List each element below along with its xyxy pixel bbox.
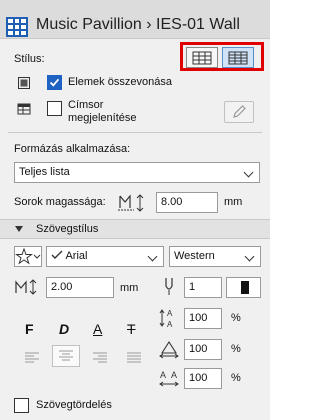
align-left-icon[interactable] xyxy=(24,351,40,363)
favorites-button[interactable] xyxy=(14,246,42,267)
text-style-section-title: Szövegstílus xyxy=(36,223,99,235)
line-spacing-unit: % xyxy=(231,312,241,324)
line-spacing-icon: A A xyxy=(159,309,173,329)
char-spacing-unit: % xyxy=(231,372,241,384)
char-width-input[interactable]: 100 xyxy=(184,339,222,360)
font-size-input[interactable]: 2.00 xyxy=(46,277,114,298)
underline-button[interactable]: A xyxy=(93,321,102,337)
checkmark-icon xyxy=(49,78,60,87)
show-header-checkbox[interactable] xyxy=(47,101,62,116)
format-apply-dropdown[interactable]: Teljes lista xyxy=(14,162,260,183)
table-grid-icon xyxy=(228,51,248,64)
row-height-icon xyxy=(118,194,144,212)
svg-text:A: A xyxy=(167,309,173,318)
align-justify-icon[interactable] xyxy=(126,351,142,363)
row-height-input[interactable]: 8.00 xyxy=(156,192,218,213)
divider xyxy=(8,132,262,133)
svg-text:A: A xyxy=(167,320,173,329)
text-wrap-label: Szövegtördelés xyxy=(36,399,112,411)
char-width-icon xyxy=(159,340,179,359)
triangle-down-icon xyxy=(15,226,23,232)
char-spacing-input[interactable]: 100 xyxy=(184,368,222,389)
align-right-icon[interactable] xyxy=(92,351,108,363)
script-value: Western xyxy=(174,250,215,262)
italic-button[interactable]: D xyxy=(59,321,69,337)
char-spacing-icon: A A xyxy=(159,370,179,387)
font-value: Arial xyxy=(65,250,88,262)
bold-button[interactable]: F xyxy=(25,321,34,337)
style-option-merged-button[interactable] xyxy=(186,47,218,68)
text-wrap-checkbox[interactable] xyxy=(14,398,29,413)
svg-text:A: A xyxy=(171,370,177,380)
char-width-unit: % xyxy=(231,343,241,355)
merge-elements-checkbox[interactable] xyxy=(47,75,62,90)
star-icon xyxy=(14,247,41,265)
pen-color-swatch[interactable] xyxy=(226,277,261,298)
format-apply-label: Formázás alkalmazása: xyxy=(14,143,131,155)
font-size-icon xyxy=(15,279,37,295)
header-row-icon xyxy=(17,103,31,115)
pen-number-input[interactable]: 1 xyxy=(184,277,222,298)
merge-elements-label: Elemek összevonása xyxy=(68,76,172,88)
script-dropdown[interactable]: Western xyxy=(169,246,261,267)
checkmark-icon xyxy=(51,250,63,259)
font-size-unit: mm xyxy=(120,282,139,294)
svg-text:A: A xyxy=(160,370,166,380)
line-spacing-input[interactable]: 100 xyxy=(184,308,222,329)
pen-color-fill xyxy=(241,281,249,294)
show-header-label-line1: Címsor xyxy=(68,99,104,111)
style-label: Stílus: xyxy=(14,53,45,65)
show-header-label: Címsor megjelenítése xyxy=(68,99,137,125)
table-grid-icon xyxy=(192,51,212,64)
align-center-button[interactable] xyxy=(52,345,80,367)
row-height-label: Sorok magassága: xyxy=(14,196,106,208)
schedule-icon xyxy=(6,17,28,37)
merge-cells-icon xyxy=(18,77,30,89)
pen-icon xyxy=(165,278,173,295)
style-option-list-button[interactable] xyxy=(222,47,254,68)
show-header-label-line2: megjelenítése xyxy=(68,112,137,124)
format-apply-value: Teljes lista xyxy=(19,166,70,178)
chevron-down-icon xyxy=(243,167,254,178)
align-center-icon xyxy=(59,350,73,361)
chevron-down-icon xyxy=(244,251,255,262)
window-title: Music Pavillion › IES-01 Wall xyxy=(36,16,240,33)
chevron-down-icon xyxy=(147,251,158,262)
font-dropdown[interactable]: Arial xyxy=(46,246,164,267)
row-height-unit: mm xyxy=(224,196,243,208)
pencil-icon xyxy=(233,105,246,118)
edit-header-button[interactable] xyxy=(224,101,254,123)
strikethrough-button[interactable]: T xyxy=(127,321,136,337)
